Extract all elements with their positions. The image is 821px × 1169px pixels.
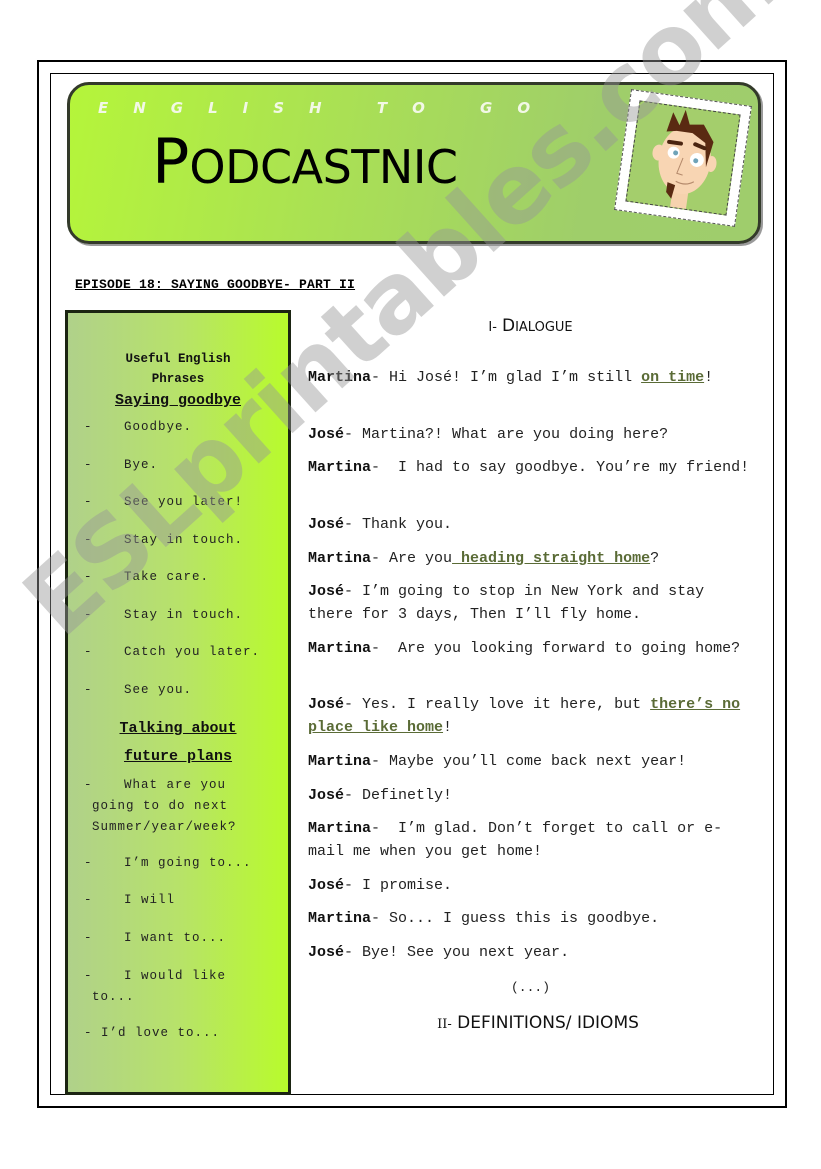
phrase-item: - Bye. xyxy=(84,458,159,472)
header-banner: ENGLISH TO GO PODCASTNIC xyxy=(67,82,761,244)
saying-goodbye-title: Saying goodbye xyxy=(114,392,242,409)
phrase-item: - I’d love to... xyxy=(84,1026,221,1040)
sidebar-heading-line1: Useful English xyxy=(125,352,231,366)
dialogue-line: José- I promise. xyxy=(308,877,453,894)
phrase-item: - Stay in touch. xyxy=(84,608,244,622)
phrase-item: - I’m going to... xyxy=(84,856,252,870)
character-avatar-icon xyxy=(625,100,741,216)
dialogue-line: José- I’m going to stop in New York and … xyxy=(308,583,705,623)
banner-title-cap: P xyxy=(152,125,190,198)
phrase-item: - Catch you later. xyxy=(84,645,261,659)
dialogue-line: José- Bye! See you next year. xyxy=(308,944,570,961)
dialogue-line: Martina- Maybe you’ll come back next yea… xyxy=(308,753,687,770)
dialogue-line: Martina- Are you heading straight home? xyxy=(308,550,660,567)
banner-title-rest: ODCASTNIC xyxy=(189,140,458,194)
idiom-highlight: heading straight home xyxy=(452,550,651,567)
phrase-item: -I will xyxy=(84,893,176,907)
phrase-item: - Stay in touch. xyxy=(84,533,244,547)
banner-title: PODCASTNIC xyxy=(152,131,458,193)
episode-title: EPISODE 18: SAYING GOODBYE- PART II xyxy=(75,277,356,292)
dialogue-line: José- Yes. I really love it here, but th… xyxy=(308,696,741,736)
dialogue-line: José- Definetly! xyxy=(308,787,453,804)
dialogue-line: Martina- I’m glad. Don’t forget to call … xyxy=(308,820,723,860)
definitions-heading: II- DEFINITIONS/ IDIOMS xyxy=(437,1013,639,1033)
phrase-item: -I would like to... xyxy=(84,969,227,1004)
banner-subtitle: ENGLISH TO GO xyxy=(98,99,556,117)
dialogue-line: Martina- I had to say goodbye. You’re my… xyxy=(308,459,750,476)
future-plans-title-line2: future plans xyxy=(123,748,233,765)
dialogue-line: Martina- Are you looking forward to goin… xyxy=(308,640,741,657)
phrase-item: - Take care. xyxy=(84,570,210,584)
future-plans-title-line1: Talking about xyxy=(119,720,237,737)
phrase-item: - Goodbye. xyxy=(84,420,193,434)
phrase-item: -I want to... xyxy=(84,931,227,945)
dialogue-line: José- Thank you. xyxy=(308,516,453,533)
phrase-item: - See you later! xyxy=(84,495,244,509)
useful-phrases-sidebar: Useful English Phrases Saying goodbye -G… xyxy=(65,310,291,1095)
dialogue-line: Martina- Hi José! I’m glad I’m still on … xyxy=(308,369,714,386)
character-photo-frame xyxy=(614,89,752,227)
phrase-item: - See you. xyxy=(84,683,193,697)
idiom-highlight: on time xyxy=(641,369,705,386)
dialogue-line: Martina- So... I guess this is goodbye. xyxy=(308,910,660,927)
phrase-item: - What are you going to do next Summer/ye… xyxy=(84,778,237,834)
dialogue-line: José- Martina?! What are you doing here? xyxy=(308,426,669,443)
sidebar-heading-line2: Phrases xyxy=(151,372,205,386)
ellipsis-text: (...) xyxy=(510,980,550,995)
dialogue-heading: I- DIALOGUE xyxy=(488,316,573,336)
